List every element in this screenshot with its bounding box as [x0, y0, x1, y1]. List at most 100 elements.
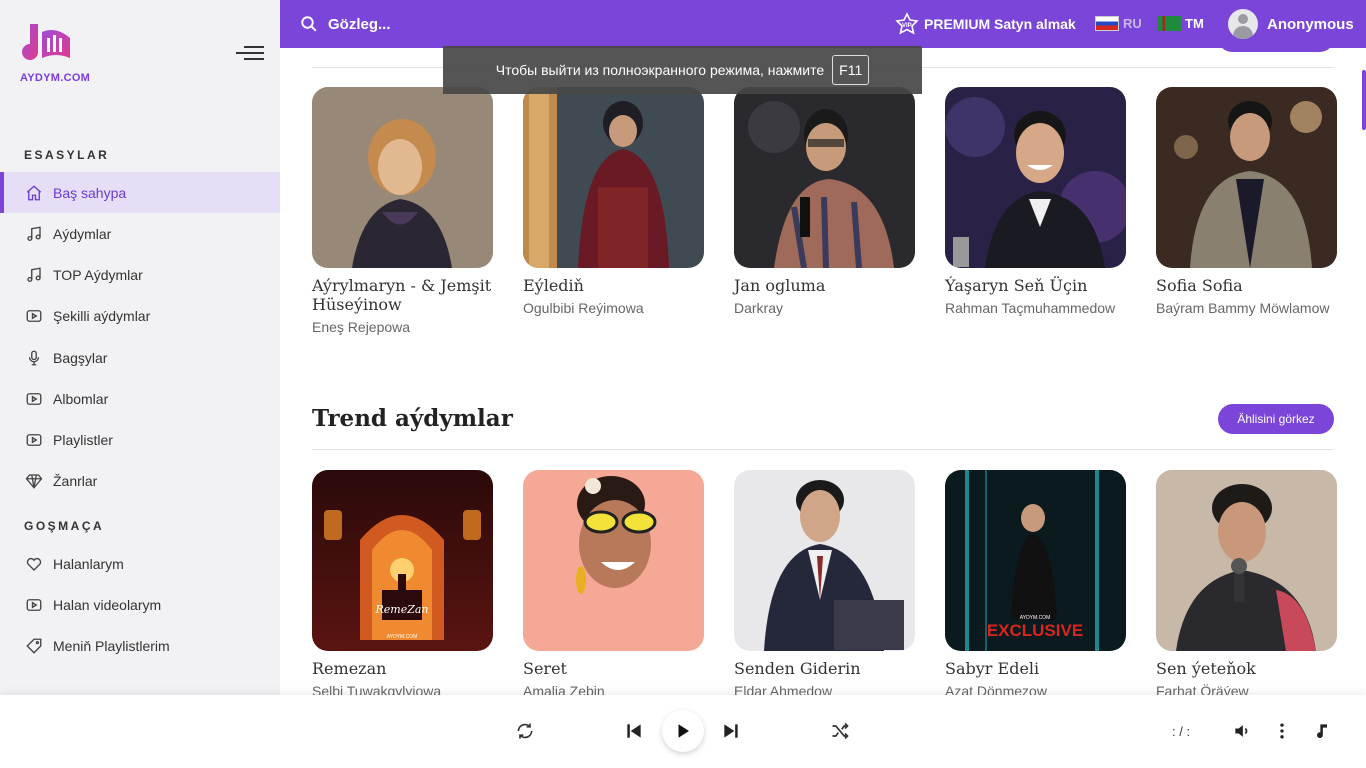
song-card[interactable]: Ýaşaryn Seň Üçin Rahman Taçmuhammedow	[945, 87, 1126, 318]
more-options-button[interactable]	[1268, 717, 1296, 745]
song-card[interactable]: Senden Giderin Eldar Ahmedow	[734, 470, 915, 695]
lang-tm-button[interactable]: TM	[1157, 16, 1204, 31]
video-icon	[24, 595, 44, 615]
song-title[interactable]: Sofia Sofia	[1156, 276, 1337, 295]
song-artist[interactable]: Baýram Bammy Möwlamow	[1156, 298, 1337, 318]
skip-next-icon	[724, 724, 738, 738]
home-icon	[24, 183, 44, 203]
song-title[interactable]: Aýrylmaryn - & Jemşit Hüseýinow	[312, 276, 493, 314]
song-title[interactable]: Remezan	[312, 659, 493, 678]
premium-button[interactable]: VIP PREMIUM Satyn almak	[894, 12, 1076, 36]
lang-ru-button[interactable]: RU	[1095, 16, 1142, 31]
song-title[interactable]: Eýlediň	[523, 276, 704, 295]
sidebar-item-favorite-videos[interactable]: Halan videolarym	[0, 584, 280, 625]
sidebar-item-label: Aýdymlar	[53, 225, 112, 242]
next-button[interactable]	[717, 717, 745, 745]
song-cover[interactable]	[312, 87, 493, 268]
song-card[interactable]: Seret Amalia Zebin	[523, 470, 704, 695]
song-card[interactable]: RemeZan AYDYM.COM Remezan Selbi Tuwakgyly…	[312, 470, 493, 695]
song-card[interactable]: Sofia Sofia Baýram Bammy Möwlamow	[1156, 87, 1337, 318]
microphone-icon	[24, 348, 44, 368]
sidebar-item-label: Baş sahypa	[53, 184, 127, 201]
top-bar: VIP PREMIUM Satyn almak RU TM Anonymous	[280, 0, 1366, 48]
volume-button[interactable]	[1228, 717, 1256, 745]
search-input[interactable]	[328, 12, 628, 36]
lang-tm-label: TM	[1185, 16, 1204, 31]
show-all-button[interactable]: Ählisini görkez	[1218, 404, 1334, 434]
logo-icon	[22, 24, 70, 60]
main-content: Aýrylmaryn - & Jemşit Hüseýinow Eneş Rej…	[280, 48, 1366, 695]
song-artist[interactable]: Amalia Zebin	[523, 681, 704, 695]
song-card[interactable]: Aýrylmaryn - & Jemşit Hüseýinow Eneş Rej…	[312, 87, 493, 337]
sidebar-item-videos[interactable]: Şekilli aýdymlar	[0, 295, 280, 336]
song-artist[interactable]: Eldar Ahmedow	[734, 681, 915, 695]
heart-icon	[24, 554, 44, 574]
sidebar-item-home[interactable]: Baş sahypa	[0, 172, 280, 213]
song-cover[interactable]: RemeZan AYDYM.COM	[312, 470, 493, 651]
song-artist[interactable]: Azat Dönmezow	[945, 681, 1126, 695]
song-title[interactable]: Jan ogluma	[734, 276, 915, 295]
song-cover[interactable]	[1156, 470, 1337, 651]
previous-button[interactable]	[620, 717, 648, 745]
song-cover[interactable]	[1156, 87, 1337, 268]
song-title[interactable]: Sabyr Edeli	[945, 659, 1126, 678]
svg-text:AYDYM.COM: AYDYM.COM	[387, 634, 417, 640]
diamond-icon	[24, 471, 44, 491]
song-cover[interactable]	[734, 87, 915, 268]
song-title[interactable]: Ýaşaryn Seň Üçin	[945, 276, 1126, 295]
site-logo[interactable]: AYDYM.COM	[20, 20, 92, 86]
sidebar-item-playlists[interactable]: Playlistler	[0, 419, 280, 460]
user-menu[interactable]: Anonymous	[1228, 9, 1354, 39]
player-bar: : / :	[0, 695, 1366, 768]
song-cover[interactable]	[523, 87, 704, 268]
premium-label: PREMIUM Satyn almak	[924, 16, 1076, 32]
song-artist[interactable]: Eneş Rejepowa	[312, 317, 493, 337]
scroll-thumb[interactable]	[1362, 70, 1366, 130]
user-name: Anonymous	[1267, 15, 1354, 33]
song-artist[interactable]: Farhat Öräýew	[1156, 681, 1337, 695]
song-artist[interactable]: Rahman Taçmuhammedow	[945, 298, 1126, 318]
song-card[interactable]: Jan ogluma Darkray	[734, 87, 915, 318]
music-note-icon	[1317, 724, 1327, 739]
play-box-icon	[24, 430, 44, 450]
song-title[interactable]: Sen ýeteňok	[1156, 659, 1337, 678]
section-heading-trend: Trend aýdymlar	[312, 405, 513, 432]
queue-button[interactable]	[1308, 717, 1336, 745]
song-artist[interactable]: Ogulbibi Reýimowa	[523, 298, 704, 318]
flag-tm-icon	[1157, 16, 1181, 31]
shuffle-button[interactable]	[826, 717, 854, 745]
song-card[interactable]: Eýlediň Ogulbibi Reýimowa	[523, 87, 704, 318]
sidebar-item-my-playlists[interactable]: Meniň Playlistlerim	[0, 625, 280, 666]
sidebar-item-favorites[interactable]: Halanlarym	[0, 543, 280, 584]
repeat-button[interactable]	[511, 717, 539, 745]
song-cover[interactable]	[523, 470, 704, 651]
play-icon	[678, 724, 689, 738]
song-cover[interactable]: EXCLUSIVE AYDYM.COM	[945, 470, 1126, 651]
avatar	[1228, 9, 1258, 39]
song-card[interactable]: EXCLUSIVE AYDYM.COM Sabyr Edeli Azat Dönm…	[945, 470, 1126, 695]
song-artist[interactable]: Selbi Tuwakgylyjowa	[312, 681, 493, 695]
video-icon	[24, 306, 44, 326]
song-cover[interactable]	[945, 87, 1126, 268]
sidebar-item-songs[interactable]: Aýdymlar	[0, 213, 280, 254]
sidebar-item-genres[interactable]: Žanrlar	[0, 460, 280, 501]
song-card[interactable]: Sen ýeteňok Farhat Öräýew	[1156, 470, 1337, 695]
sidebar-item-albums[interactable]: Albomlar	[0, 378, 280, 419]
sidebar-item-label: Meniň Playlistlerim	[53, 637, 170, 654]
vip-crown-icon: VIP	[895, 12, 919, 35]
song-title[interactable]: Senden Giderin	[734, 659, 915, 678]
search-icon[interactable]	[300, 15, 318, 33]
scrollbar[interactable]	[1362, 48, 1366, 695]
sidebar-item-singers[interactable]: Bagşylar	[0, 337, 280, 378]
sidebar-item-label: Şekilli aýdymlar	[53, 307, 151, 324]
song-title[interactable]: Seret	[523, 659, 704, 678]
song-artist[interactable]: Darkray	[734, 298, 915, 318]
sidebar-item-label: TOP Aýdymlar	[53, 266, 143, 283]
divider	[312, 449, 1334, 450]
sidebar-item-top-songs[interactable]: TOP Aýdymlar	[0, 254, 280, 295]
play-button[interactable]	[662, 710, 704, 752]
song-cover[interactable]	[734, 470, 915, 651]
menu-toggle-button[interactable]	[236, 46, 264, 62]
music-note-icon	[24, 224, 44, 244]
show-all-button-previous[interactable]	[1218, 48, 1334, 52]
